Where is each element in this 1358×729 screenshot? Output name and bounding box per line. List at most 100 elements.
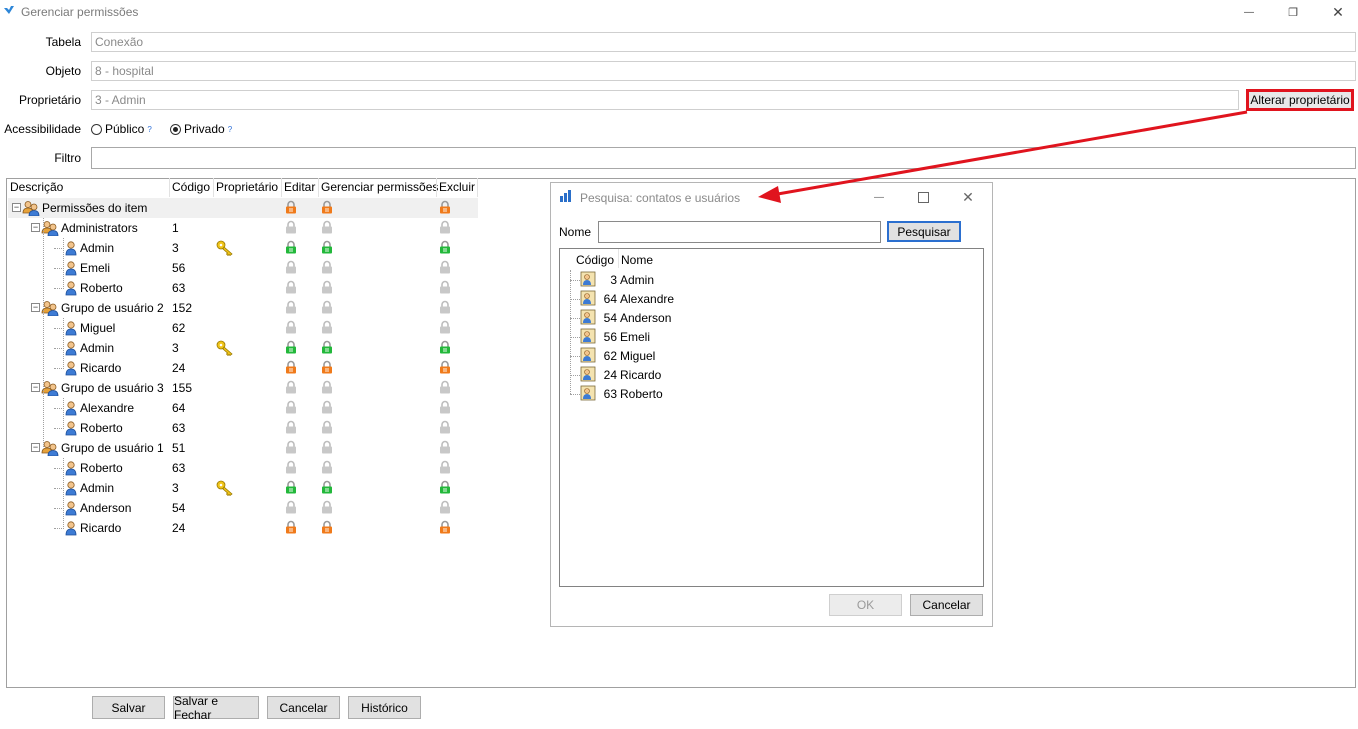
tree-row[interactable]: Miguel 62 <box>8 318 478 338</box>
lock-icon[interactable] <box>321 460 333 474</box>
tabela-field[interactable]: Conexão <box>91 32 1356 52</box>
tree-row[interactable]: Admin 3 <box>8 338 478 358</box>
result-row[interactable]: 63 Roberto <box>562 384 982 403</box>
permission-editar-lock[interactable] <box>285 240 297 254</box>
lock-icon[interactable] <box>439 280 451 294</box>
historico-button[interactable]: Histórico <box>348 696 421 719</box>
permission-excluir-lock[interactable] <box>439 480 451 494</box>
permission-excluir-lock[interactable] <box>439 340 451 354</box>
lock-icon[interactable] <box>439 460 451 474</box>
minimize-button[interactable]: — <box>1226 0 1272 24</box>
lock-icon[interactable] <box>285 200 297 214</box>
tree-row[interactable]: Roberto 63 <box>8 278 478 298</box>
lock-icon[interactable] <box>285 320 297 334</box>
permission-gerenciar-lock[interactable] <box>321 460 333 474</box>
lock-icon[interactable] <box>321 280 333 294</box>
permission-editar-lock[interactable] <box>285 280 297 294</box>
help-icon[interactable]: ? <box>147 125 151 134</box>
lock-icon[interactable] <box>285 240 297 254</box>
permission-gerenciar-lock[interactable] <box>321 360 333 374</box>
close-button[interactable]: ✕ <box>1315 0 1358 24</box>
lock-icon[interactable] <box>285 300 297 314</box>
collapse-icon[interactable]: − <box>12 203 21 212</box>
lock-icon[interactable] <box>439 500 451 514</box>
lock-icon[interactable] <box>285 500 297 514</box>
lock-icon[interactable] <box>321 240 333 254</box>
column-header[interactable]: Excluir <box>439 180 475 194</box>
lock-icon[interactable] <box>285 420 297 434</box>
result-row[interactable]: 56 Emeli <box>562 327 982 346</box>
permission-gerenciar-lock[interactable] <box>321 220 333 234</box>
permission-excluir-lock[interactable] <box>439 500 451 514</box>
lock-icon[interactable] <box>439 260 451 274</box>
permission-editar-lock[interactable] <box>285 220 297 234</box>
collapse-icon[interactable]: − <box>31 223 40 232</box>
lock-icon[interactable] <box>439 480 451 494</box>
permission-editar-lock[interactable] <box>285 520 297 534</box>
permission-gerenciar-lock[interactable] <box>321 300 333 314</box>
tree-row[interactable]: − Grupo de usuário 3 155 <box>8 378 478 398</box>
permission-gerenciar-lock[interactable] <box>321 340 333 354</box>
permission-excluir-lock[interactable] <box>439 400 451 414</box>
permission-gerenciar-lock[interactable] <box>321 380 333 394</box>
tree-row[interactable]: − Permissões do item <box>8 198 478 218</box>
lock-icon[interactable] <box>439 340 451 354</box>
permission-excluir-lock[interactable] <box>439 440 451 454</box>
collapse-icon[interactable]: − <box>31 383 40 392</box>
lock-icon[interactable] <box>285 220 297 234</box>
lock-icon[interactable] <box>321 420 333 434</box>
tree-row[interactable]: − Administrators 1 <box>8 218 478 238</box>
permission-excluir-lock[interactable] <box>439 240 451 254</box>
restore-button[interactable]: ❐ <box>1270 0 1316 24</box>
tree-row[interactable]: Ricardo 24 <box>8 518 478 538</box>
lock-icon[interactable] <box>285 520 297 534</box>
permission-gerenciar-lock[interactable] <box>321 240 333 254</box>
proprietario-field[interactable]: 3 - Admin <box>91 90 1239 110</box>
permission-editar-lock[interactable] <box>285 200 297 214</box>
lock-icon[interactable] <box>321 200 333 214</box>
permission-excluir-lock[interactable] <box>439 280 451 294</box>
pesquisar-button[interactable]: Pesquisar <box>887 221 961 242</box>
privado-radio[interactable] <box>170 123 181 135</box>
column-header[interactable]: Descrição <box>10 180 63 194</box>
permission-editar-lock[interactable] <box>285 320 297 334</box>
permission-excluir-lock[interactable] <box>439 420 451 434</box>
tree-row[interactable]: Anderson 54 <box>8 498 478 518</box>
tree-row[interactable]: Ricardo 24 <box>8 358 478 378</box>
publico-option[interactable]: Público ? <box>91 122 152 136</box>
lock-icon[interactable] <box>439 240 451 254</box>
permission-excluir-lock[interactable] <box>439 200 451 214</box>
collapse-icon[interactable]: − <box>31 443 40 452</box>
cancelar-button[interactable]: Cancelar <box>267 696 340 719</box>
lock-icon[interactable] <box>321 340 333 354</box>
lock-icon[interactable] <box>321 360 333 374</box>
lock-icon[interactable] <box>321 380 333 394</box>
permission-editar-lock[interactable] <box>285 440 297 454</box>
objeto-field[interactable]: 8 - hospital <box>91 61 1356 81</box>
tree-row[interactable]: Roberto 63 <box>8 418 478 438</box>
permission-excluir-lock[interactable] <box>439 380 451 394</box>
dialog-close-button[interactable]: ✕ <box>945 185 991 209</box>
lock-icon[interactable] <box>285 460 297 474</box>
permission-editar-lock[interactable] <box>285 360 297 374</box>
lock-icon[interactable] <box>439 320 451 334</box>
lock-icon[interactable] <box>439 200 451 214</box>
publico-radio[interactable] <box>91 123 102 135</box>
lock-icon[interactable] <box>321 220 333 234</box>
lock-icon[interactable] <box>321 520 333 534</box>
permission-gerenciar-lock[interactable] <box>321 480 333 494</box>
tree-row[interactable]: Roberto 63 <box>8 458 478 478</box>
lock-icon[interactable] <box>285 360 297 374</box>
lock-icon[interactable] <box>285 380 297 394</box>
permission-gerenciar-lock[interactable] <box>321 520 333 534</box>
result-row[interactable]: 3 Admin <box>562 270 982 289</box>
permission-gerenciar-lock[interactable] <box>321 500 333 514</box>
lock-icon[interactable] <box>285 280 297 294</box>
permission-excluir-lock[interactable] <box>439 320 451 334</box>
dialog-cancelar-button[interactable]: Cancelar <box>910 594 983 616</box>
salvar-fechar-button[interactable]: Salvar e Fechar <box>173 694 259 722</box>
permission-editar-lock[interactable] <box>285 300 297 314</box>
lock-icon[interactable] <box>321 480 333 494</box>
ok-button[interactable]: OK <box>829 594 902 616</box>
permission-excluir-lock[interactable] <box>439 300 451 314</box>
